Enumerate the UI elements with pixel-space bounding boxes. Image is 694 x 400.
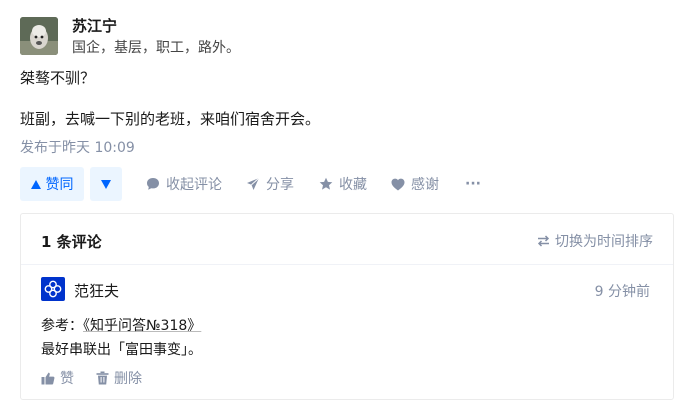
comment-time: 9 分钟前 <box>594 284 650 300</box>
switch-arrows-icon <box>537 235 550 247</box>
paper-plane-icon <box>247 177 260 190</box>
comment-delete-label: 删除 <box>114 371 142 387</box>
author-headline: 国企，基层，职工，路外。 <box>72 40 240 56</box>
thumbs-up-icon <box>41 372 55 384</box>
thanks-label: 感谢 <box>411 177 439 193</box>
comment-like-button[interactable]: 赞 <box>41 368 74 388</box>
collapse-comments-button[interactable]: 收起评论 <box>146 167 222 201</box>
heart-icon <box>391 178 405 190</box>
answer-paragraph: 桀骜不驯？ <box>20 69 96 87</box>
comment-actions: 赞 删除 <box>41 368 142 388</box>
answer-paragraph: 班副，去喊一下别的老班，来咱们宿舍开会。 <box>20 110 321 128</box>
collapse-comments-label: 收起评论 <box>166 177 222 193</box>
comments-panel: 1 条评论 切换为时间排序 范狂夫 9 分钟前 参考：《知乎问答№318》 最好… <box>20 213 674 400</box>
quatrefoil-logo-icon <box>44 280 62 298</box>
trash-icon <box>96 371 109 385</box>
vote-down-button[interactable] <box>90 167 122 201</box>
comment-author-avatar[interactable] <box>41 277 65 301</box>
comments-header: 1 条评论 切换为时间排序 <box>21 214 673 265</box>
share-label: 分享 <box>266 177 294 193</box>
comment-delete-button[interactable]: 删除 <box>96 368 142 388</box>
answer-action-bar: 赞同 收起评论 分享 收藏 感谢 ··· <box>20 167 481 201</box>
comment-like-label: 赞 <box>60 371 74 387</box>
vote-up-button[interactable]: 赞同 <box>20 167 84 201</box>
publish-time[interactable]: 发布于昨天 10:09 <box>20 137 135 157</box>
author-avatar-image <box>20 17 58 55</box>
star-icon <box>319 177 333 190</box>
comment-count: 1 条评论 <box>41 233 102 251</box>
more-options-button[interactable]: ··· <box>465 167 481 201</box>
comment-reference-link[interactable]: 《知乎问答№318》 <box>83 318 201 334</box>
favorite-label: 收藏 <box>339 177 367 193</box>
sort-by-time-button[interactable]: 切换为时间排序 <box>537 231 653 251</box>
share-button[interactable]: 分享 <box>246 167 294 201</box>
comment-author-name[interactable]: 范狂夫 <box>74 280 119 301</box>
triangle-up-icon <box>30 179 41 189</box>
more-icon: ··· <box>465 176 481 192</box>
comment-text-prefix: 参考： <box>41 318 83 334</box>
comment-text: 参考：《知乎问答№318》 <box>41 315 201 335</box>
favorite-button[interactable]: 收藏 <box>319 167 367 201</box>
sort-label: 切换为时间排序 <box>555 234 653 250</box>
author-name[interactable]: 苏江宁 <box>72 15 117 36</box>
triangle-down-icon <box>101 179 111 189</box>
vote-up-label: 赞同 <box>45 177 74 193</box>
comment-text: 最好串联出「富田事变」。 <box>41 342 202 358</box>
author-avatar[interactable] <box>20 17 58 55</box>
thanks-button[interactable]: 感谢 <box>391 167 439 201</box>
comment-bubble-icon <box>147 178 159 190</box>
